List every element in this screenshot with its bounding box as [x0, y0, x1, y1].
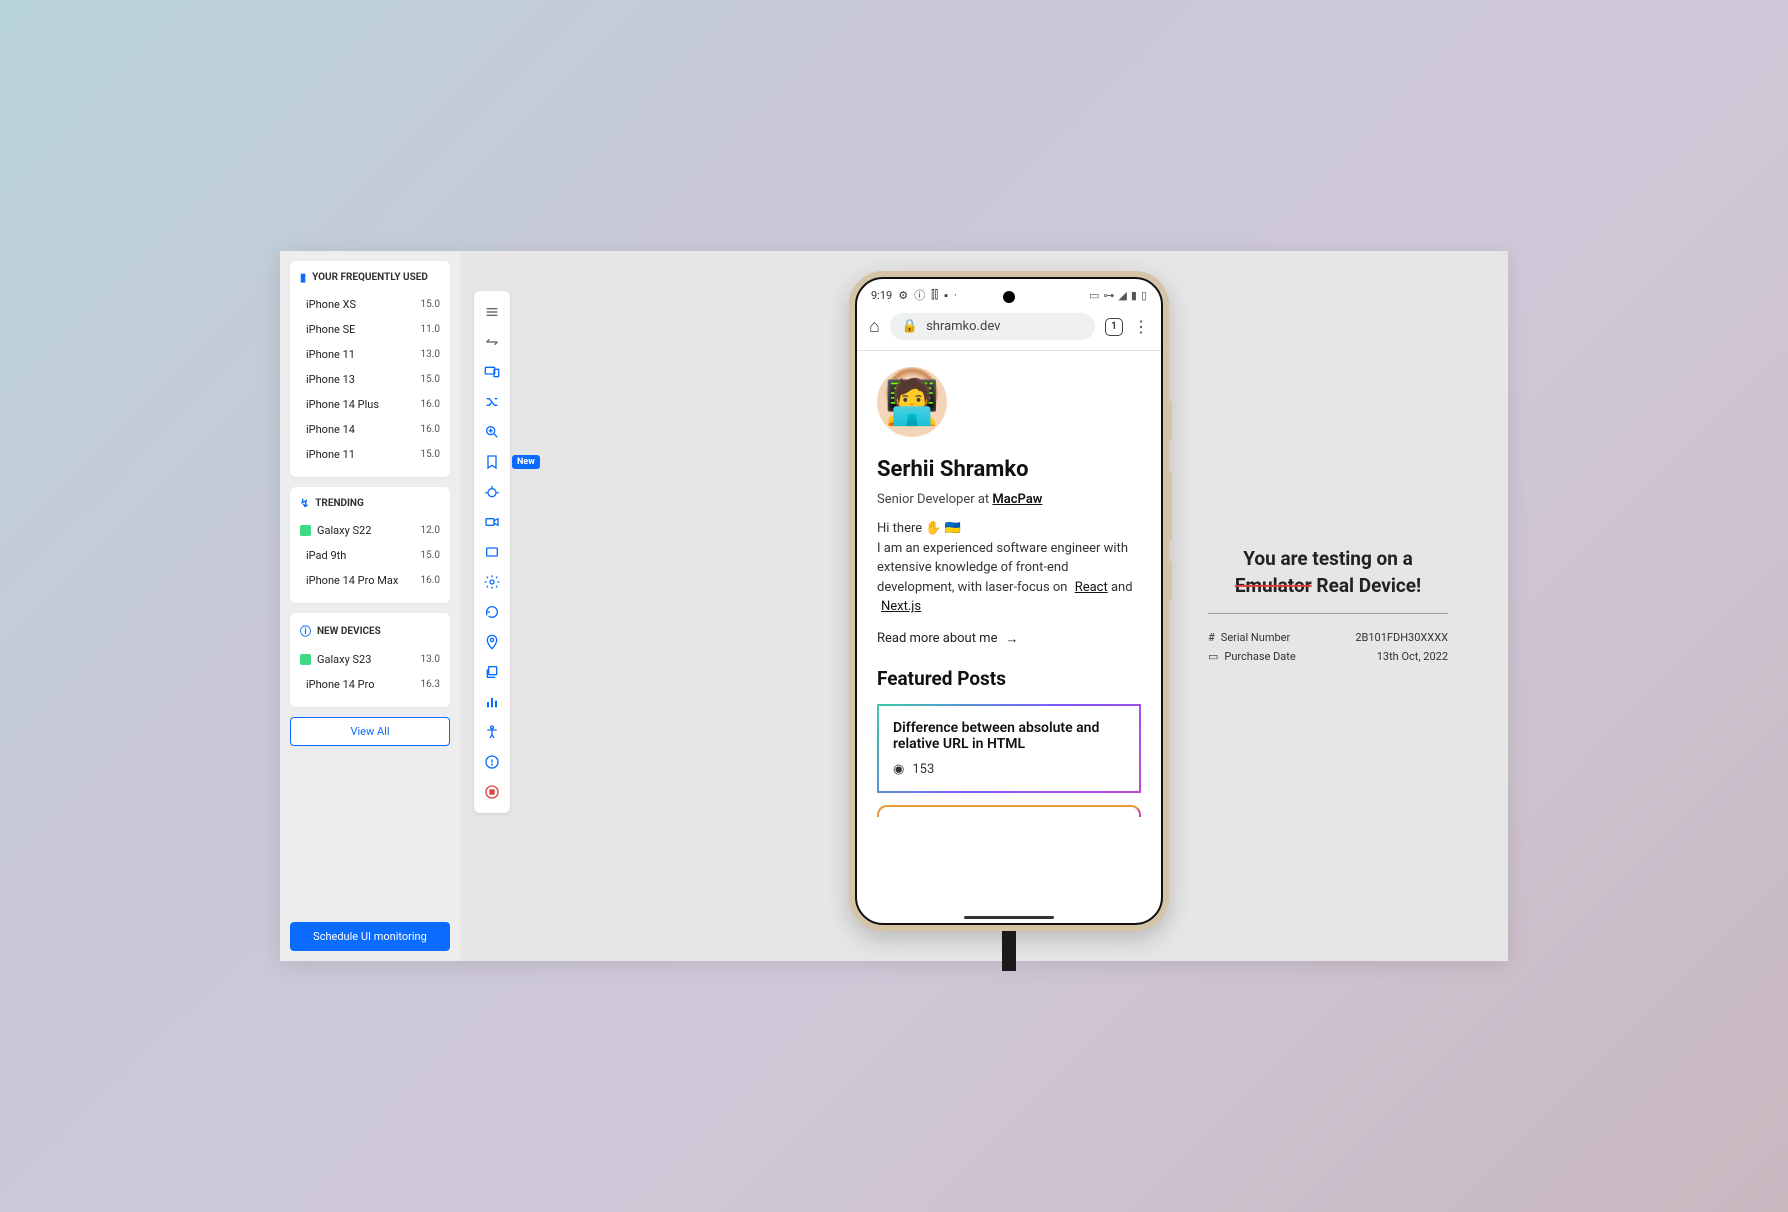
info-heading: You are testing on a Emulator Real Devic…	[1208, 546, 1448, 599]
freq-used-card: ▮ YOUR FREQUENTLY USED iPhone XS15.0 iPh…	[290, 261, 450, 477]
rotate-icon[interactable]	[474, 597, 510, 627]
tab-count[interactable]: 1	[1105, 318, 1123, 336]
strike-text: Emulator	[1235, 574, 1312, 597]
date-row: ▭Purchase Date 13th Oct, 2022	[1208, 647, 1448, 666]
page-heading: Serhii Shramko	[877, 457, 1141, 482]
card-header: ↯ TRENDING	[300, 497, 440, 510]
url-bar[interactable]: 🔒 shramko.dev	[890, 313, 1095, 340]
camera-cutout	[1003, 291, 1015, 303]
home-indicator[interactable]	[964, 916, 1054, 919]
record-icon[interactable]	[474, 777, 510, 807]
vpn-icon: ⊶	[1103, 289, 1114, 302]
url-text: shramko.dev	[926, 319, 1000, 334]
company-link[interactable]: MacPaw	[992, 492, 1042, 507]
device-row[interactable]: iPhone 1416.0	[300, 417, 440, 442]
phone-frame: 9:19 ⚙ ⓘ ⫿⫿ ▪ · ▭ ⊶ ◢ ▮ ▯	[849, 271, 1169, 931]
clock: 9:19	[871, 289, 892, 302]
date-value: 13th Oct, 2022	[1377, 650, 1448, 663]
trending-card: ↯ TRENDING Galaxy S2212.0 iPad 9th15.0 i…	[290, 487, 450, 603]
zoom-icon[interactable]	[474, 417, 510, 447]
app-frame: ▮ YOUR FREQUENTLY USED iPhone XS15.0 iPh…	[280, 251, 1508, 961]
battery-icon: ▯	[1141, 289, 1147, 302]
card-title: YOUR FREQUENTLY USED	[312, 272, 428, 283]
bookmark-icon: ▮	[300, 271, 306, 284]
stack-icon: ⫿⫿	[931, 288, 938, 302]
device-row[interactable]: iPhone SE11.0	[300, 317, 440, 342]
power-button[interactable]	[1169, 561, 1172, 601]
webpage-content: 🧑‍💻 Serhii Shramko Senior Developer at M…	[857, 351, 1161, 833]
post-title: Difference between absolute and relative…	[893, 720, 1125, 752]
phone-screen[interactable]: 9:19 ⚙ ⓘ ⫿⫿ ▪ · ▭ ⊶ ◢ ▮ ▯	[855, 277, 1163, 925]
device-row[interactable]: iPad 9th15.0	[300, 543, 440, 568]
android-icon	[300, 525, 311, 536]
device-row[interactable]: iPhone 14 Plus16.0	[300, 392, 440, 417]
card-title: NEW DEVICES	[317, 626, 381, 637]
signal-icon: ▮	[1131, 289, 1137, 302]
lock-icon: 🔒	[902, 319, 918, 334]
bug-icon[interactable]	[474, 477, 510, 507]
gear-icon: ⚙	[898, 289, 908, 302]
nextjs-link[interactable]: Next.js	[881, 599, 921, 614]
square-icon: ▪	[944, 289, 948, 302]
help-icon[interactable]	[474, 747, 510, 777]
fullscreen-icon[interactable]	[474, 537, 510, 567]
calendar-icon: ▭	[1208, 650, 1218, 663]
bolt-icon: ↯	[300, 497, 309, 510]
divider	[1208, 613, 1448, 614]
card-header: ⓘ NEW DEVICES	[300, 623, 440, 639]
browser-bar: ⌂ 🔒 shramko.dev 1 ⋮	[857, 307, 1161, 351]
device-row[interactable]: iPhone 1115.0	[300, 442, 440, 467]
post-card-partial[interactable]	[877, 805, 1141, 817]
posts-heading: Featured Posts	[877, 667, 1141, 690]
info-panel: You are testing on a Emulator Real Devic…	[1208, 546, 1448, 666]
dot-icon: ·	[954, 289, 957, 302]
post-card[interactable]: Difference between absolute and relative…	[877, 704, 1141, 793]
info-icon: ⓘ	[300, 623, 311, 639]
location-icon[interactable]	[474, 627, 510, 657]
read-more-link[interactable]: Read more about me →	[877, 631, 1141, 647]
serial-value: 2B101FDH30XXXX	[1355, 631, 1448, 644]
home-icon[interactable]: ⌂	[869, 316, 880, 337]
new-devices-card: ⓘ NEW DEVICES Galaxy S2313.0 iPhone 14 P…	[290, 613, 450, 707]
card-header: ▮ YOUR FREQUENTLY USED	[300, 271, 440, 284]
video-icon[interactable]	[474, 507, 510, 537]
view-all-button[interactable]: View All	[290, 717, 450, 746]
device-row[interactable]: iPhone 14 Pro16.3	[300, 672, 440, 697]
device-row[interactable]: Galaxy S2212.0	[300, 518, 440, 543]
menu-icon[interactable]	[474, 297, 510, 327]
settings-icon[interactable]	[474, 567, 510, 597]
schedule-button[interactable]: Schedule UI monitoring	[290, 922, 450, 951]
info-status-icon: ⓘ	[914, 287, 925, 303]
devices-icon[interactable]	[474, 357, 510, 387]
device-row[interactable]: iPhone XS15.0	[300, 292, 440, 317]
resize-icon[interactable]	[474, 327, 510, 357]
device-row[interactable]: iPhone 1315.0	[300, 367, 440, 392]
vertical-toolbar: New	[474, 291, 510, 813]
avatar: 🧑‍💻	[877, 367, 947, 437]
accessibility-icon[interactable]	[474, 717, 510, 747]
volume-up-button[interactable]	[1169, 401, 1172, 441]
role-line: Senior Developer at MacPaw	[877, 492, 1141, 507]
bookmark-tool-icon[interactable]: New	[474, 447, 510, 477]
android-icon	[300, 654, 311, 665]
device-row[interactable]: iPhone 14 Pro Max16.0	[300, 568, 440, 593]
card-title: TRENDING	[315, 498, 364, 509]
volume-down-button[interactable]	[1169, 471, 1172, 541]
layers-icon[interactable]	[474, 657, 510, 687]
chart-icon[interactable]	[474, 687, 510, 717]
hash-icon: #	[1208, 631, 1215, 644]
intro-text: Hi there ✋ 🇺🇦 I am an experienced softwa…	[877, 519, 1141, 617]
device-sidebar: ▮ YOUR FREQUENTLY USED iPhone XS15.0 iPh…	[280, 251, 460, 961]
device-row[interactable]: Galaxy S2313.0	[300, 647, 440, 672]
nosim-icon: ▭	[1089, 289, 1099, 302]
eye-icon: ◉	[893, 762, 904, 777]
wifi-icon: ◢	[1118, 289, 1126, 302]
device-row[interactable]: iPhone 1113.0	[300, 342, 440, 367]
post-views: ◉ 153	[893, 762, 1125, 777]
arrow-right-icon: →	[1005, 631, 1018, 647]
more-icon[interactable]: ⋮	[1133, 317, 1149, 336]
shuffle-icon[interactable]	[474, 387, 510, 417]
react-link[interactable]: React	[1075, 580, 1108, 595]
serial-row: #Serial Number 2B101FDH30XXXX	[1208, 628, 1448, 647]
